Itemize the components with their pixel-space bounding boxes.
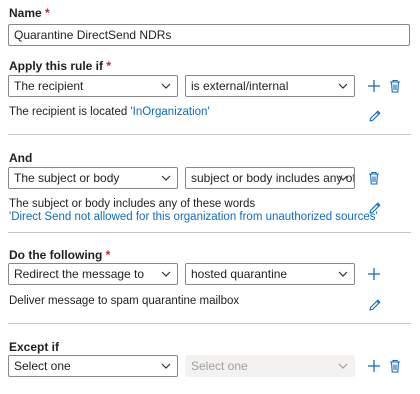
and-condition-value: The subject or body: [14, 171, 120, 185]
name-label: Name *: [9, 6, 50, 20]
section-divider: [8, 323, 411, 324]
add-action-button[interactable]: [366, 266, 382, 282]
required-mark: *: [105, 248, 111, 262]
name-input[interactable]: Quarantine DirectSend NDRs: [8, 24, 410, 46]
plus-icon: [368, 268, 380, 280]
add-condition-button[interactable]: [366, 78, 382, 94]
chevron-down-icon: [161, 271, 171, 277]
delete-and-button[interactable]: [366, 170, 382, 186]
action-target-select[interactable]: hosted quarantine: [185, 263, 355, 285]
except-operator-value: Select one: [191, 359, 248, 373]
trash-icon: [369, 171, 379, 185]
and-label-text: And: [9, 151, 33, 165]
delete-condition-button[interactable]: [387, 78, 403, 94]
chevron-down-icon: [161, 83, 171, 89]
delete-exception-button[interactable]: [387, 358, 403, 374]
do-following-label: Do the following *: [9, 248, 110, 262]
apply-operator-value: is external/internal: [191, 79, 289, 93]
chevron-down-icon: [161, 175, 171, 181]
required-mark: *: [106, 59, 112, 73]
except-if-label-text: Except if: [9, 340, 60, 354]
edit-action-button[interactable]: [367, 297, 383, 313]
section-divider: [8, 232, 411, 233]
apply-rule-label: Apply this rule if *: [9, 59, 111, 73]
except-condition-select[interactable]: Select one: [8, 355, 178, 377]
add-exception-button[interactable]: [366, 358, 382, 374]
and-description-link[interactable]: 'Direct Send not allowed for this organi…: [9, 211, 378, 223]
pencil-icon: [369, 202, 381, 214]
apply-rule-label-text: Apply this rule if: [9, 59, 104, 73]
do-following-label-text: Do the following: [9, 248, 103, 262]
plus-icon: [368, 360, 380, 372]
and-operator-value: subject or body includes any of these wo…: [191, 171, 355, 185]
apply-description: The recipient is located 'InOrganization…: [9, 106, 210, 118]
section-divider: [8, 134, 411, 135]
except-if-label: Except if: [9, 340, 59, 354]
trash-icon: [390, 79, 400, 93]
chevron-down-icon: [338, 175, 348, 181]
pencil-icon: [369, 110, 381, 122]
action-select[interactable]: Redirect the message to: [8, 263, 178, 285]
trash-icon: [390, 359, 400, 373]
chevron-down-icon: [338, 363, 348, 369]
apply-description-link[interactable]: 'InOrganization': [130, 106, 209, 118]
action-value: Redirect the message to: [14, 267, 145, 281]
except-operator-select: Select one: [185, 355, 355, 377]
and-condition-select[interactable]: The subject or body: [8, 167, 178, 189]
plus-icon: [368, 80, 380, 92]
action-target-value: hosted quarantine: [191, 267, 288, 281]
chevron-down-icon: [161, 363, 171, 369]
and-description: The subject or body includes any of thes…: [9, 198, 256, 210]
and-label: And: [9, 151, 32, 165]
except-condition-value: Select one: [14, 359, 71, 373]
pencil-icon: [369, 299, 381, 311]
chevron-down-icon: [338, 83, 348, 89]
apply-condition-value: The recipient: [14, 79, 84, 93]
edit-and-button[interactable]: [367, 200, 383, 216]
apply-description-text: The recipient is located: [9, 106, 131, 118]
apply-condition-select[interactable]: The recipient: [8, 75, 178, 97]
chevron-down-icon: [338, 271, 348, 277]
required-mark: *: [45, 6, 50, 20]
apply-operator-select[interactable]: is external/internal: [185, 75, 355, 97]
edit-apply-button[interactable]: [367, 108, 383, 124]
name-input-value: Quarantine DirectSend NDRs: [14, 28, 172, 42]
action-description: Deliver message to spam quarantine mailb…: [9, 295, 240, 307]
name-label-text: Name: [9, 6, 42, 20]
and-operator-select[interactable]: subject or body includes any of these wo…: [185, 167, 355, 189]
